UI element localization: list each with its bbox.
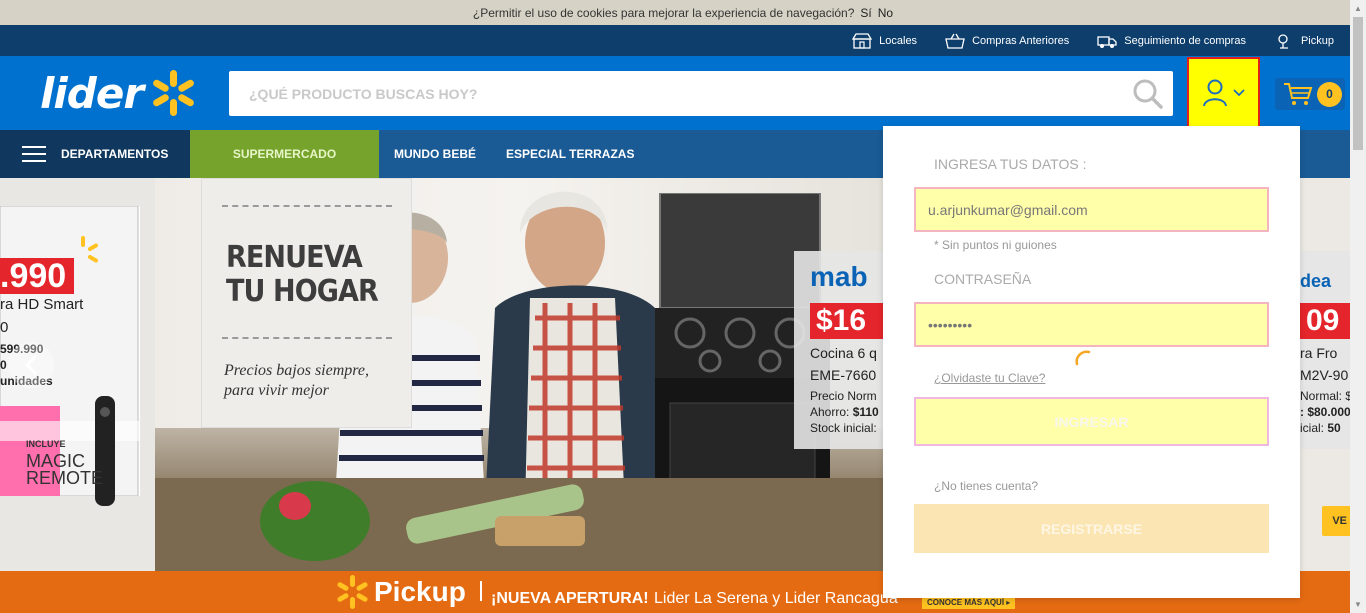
banner-subtitle-line2: para vivir mejor — [224, 382, 329, 399]
cart-count-badge: 0 — [1317, 81, 1342, 107]
promo-card-midea[interactable]: dea 09 ra Fro M2V-90 Normal: $ : $80.000… — [1300, 251, 1350, 449]
password-field[interactable] — [914, 302, 1269, 347]
promo-stock-midea: icial: 50 — [1300, 421, 1341, 435]
search-icon[interactable] — [1123, 78, 1173, 110]
promo-stock-prefix: icial: — [1300, 421, 1328, 435]
tv-price-tag: .990 — [0, 258, 75, 294]
pickup-brand-text: Pickup — [374, 576, 466, 607]
top-link-label: Compras Anteriores — [972, 34, 1070, 47]
banner-title-line1: RENUEVA — [226, 240, 363, 275]
top-utility-bar: Locales Compras Anteriores Seguimiento d… — [0, 25, 1350, 56]
user-icon — [1202, 79, 1227, 107]
top-link-compras-anteriores[interactable]: Compras Anteriores — [945, 33, 1069, 49]
departments-menu-button[interactable]: DEPARTAMENTOS — [0, 130, 190, 178]
hamburger-icon — [22, 146, 46, 162]
promo-model-midea: M2V-90 — [1300, 367, 1349, 383]
search-bar — [229, 71, 1173, 116]
walmart-spark-icon — [337, 575, 368, 609]
pickup-headline: ¡NUEVA APERTURA! — [491, 590, 649, 607]
truck-icon — [1097, 35, 1117, 48]
man-figure-image — [485, 191, 665, 508]
promo-brand-mabe: mab — [810, 261, 868, 292]
cookie-decline-link[interactable]: No — [878, 6, 893, 20]
banner-subtitle: Precios bajos siempre, para vivir mejor — [224, 361, 369, 401]
pickup-cities: Lider La Serena y Lider Rancagua — [654, 590, 898, 607]
banner-title: RENUEVA TU HOGAR — [226, 240, 379, 309]
cart-button[interactable]: 0 — [1275, 78, 1345, 110]
promo-stock-mabe: Stock inicial: — [810, 421, 877, 435]
cookie-accept-link[interactable]: Sí — [860, 6, 871, 20]
login-dropdown: INGRESA TUS DATOS : * Sin puntos ni guio… — [883, 126, 1300, 598]
basket-icon — [945, 33, 965, 49]
promo-stock-amount: 50 — [1327, 421, 1341, 435]
pickup-logo: Pickup — [336, 575, 466, 609]
nav-item-supermercado[interactable]: SUPERMERCADO — [190, 130, 379, 178]
banner-subtitle-line1: Precios bajos siempre, — [224, 362, 370, 379]
promo-brand-midea: dea — [1300, 271, 1332, 291]
top-link-pickup[interactable]: Pickup — [1274, 33, 1334, 49]
pickup-divider — [480, 581, 482, 601]
promo-savings-amount: $110 — [852, 405, 879, 419]
walmart-spark-icon — [153, 70, 194, 116]
carousel-prev-button[interactable] — [8, 342, 54, 388]
promo-normal-price-mabe: Precio Norm — [810, 389, 877, 403]
top-link-label: Seguimiento de compras — [1124, 34, 1246, 47]
login-heading: INGRESA TUS DATOS : — [934, 156, 1087, 172]
scroll-down-arrow-icon[interactable]: ▼ — [1350, 596, 1366, 613]
promo-savings-mabe: Ahorro: $110 — [810, 405, 879, 419]
promo-banner-card: RENUEVA TU HOGAR Precios bajos siempre, … — [201, 178, 412, 428]
account-button[interactable] — [1187, 57, 1260, 129]
top-link-label: Pickup — [1300, 34, 1334, 47]
departments-label: DEPARTAMENTOS — [61, 147, 169, 161]
nav-item-mundo-bebe[interactable]: MUNDO BEBÉ — [379, 130, 491, 178]
promo-model-mabe: EME-7660 — [810, 367, 877, 383]
tv-detail: 0 — [0, 319, 9, 336]
banner-dash-top — [222, 205, 392, 207]
chevron-left-icon — [24, 354, 38, 376]
forgot-password-link[interactable]: ¿Olvidaste tu Clave? — [934, 371, 1045, 385]
scrollbar-thumb[interactable] — [1353, 17, 1363, 150]
promo-title-midea: ra Fro — [1300, 345, 1338, 361]
pickup-icon — [1278, 33, 1288, 49]
banner-title-line2: TU HOGAR — [226, 274, 379, 309]
scroll-up-arrow-icon[interactable]: ▲ — [1350, 0, 1366, 17]
lider-logo[interactable]: lider — [40, 68, 197, 118]
promo-savings-prefix: Ahorro: — [810, 405, 853, 419]
promo-price-midea: 09 — [1300, 303, 1350, 339]
banner-dash-bottom — [222, 337, 392, 339]
vegetables-image — [260, 481, 585, 561]
tv-description: ra HD Smart — [0, 296, 84, 313]
login-hint: * Sin puntos ni guiones — [934, 238, 1057, 252]
cookie-consent-bar: ¿Permitir el uso de cookies para mejorar… — [0, 0, 1366, 25]
nav-item-especial-terrazas[interactable]: ESPECIAL TERRAZAS — [491, 130, 634, 178]
chevron-down-icon — [1232, 89, 1245, 97]
register-button[interactable]: REGISTRARSE — [914, 504, 1269, 553]
site-header: lider 0 — [0, 56, 1350, 130]
logo-wordmark: lider — [40, 68, 144, 118]
no-account-text: ¿No tienes cuenta? — [934, 479, 1039, 493]
magic-remote-badge: INCLUYE MAGIC REMOTE — [26, 436, 103, 487]
page-scrollbar[interactable]: ▲ ▼ — [1350, 0, 1366, 613]
store-icon — [852, 32, 873, 49]
magic-remote-line2: REMOTE — [26, 468, 104, 488]
tv-savings: 0 — [0, 358, 7, 372]
password-label: CONTRASEÑA — [934, 271, 1032, 287]
cookie-message: ¿Permitir el uso de cookies para mejorar… — [472, 5, 855, 20]
email-field[interactable] — [914, 187, 1269, 232]
hero-slide-previous: .990 ra HD Smart 0 599.990 0 unidades IN… — [0, 178, 155, 571]
promo-normal-price-midea: Normal: $ — [1300, 389, 1350, 403]
top-link-seguimiento[interactable]: Seguimiento de compras — [1097, 33, 1246, 49]
top-link-label: Locales — [879, 34, 918, 47]
cart-icon — [1284, 83, 1313, 105]
promo-savings-midea: : $80.000 — [1300, 405, 1350, 419]
ver-mas-button[interactable]: VE — [1322, 506, 1350, 536]
top-link-locales[interactable]: Locales — [852, 32, 918, 49]
login-submit-button[interactable]: INGRESAR — [914, 397, 1269, 446]
promo-title-mabe: Cocina 6 q — [810, 345, 877, 361]
loading-spinner-icon — [1075, 350, 1091, 366]
search-input[interactable] — [229, 71, 1123, 116]
